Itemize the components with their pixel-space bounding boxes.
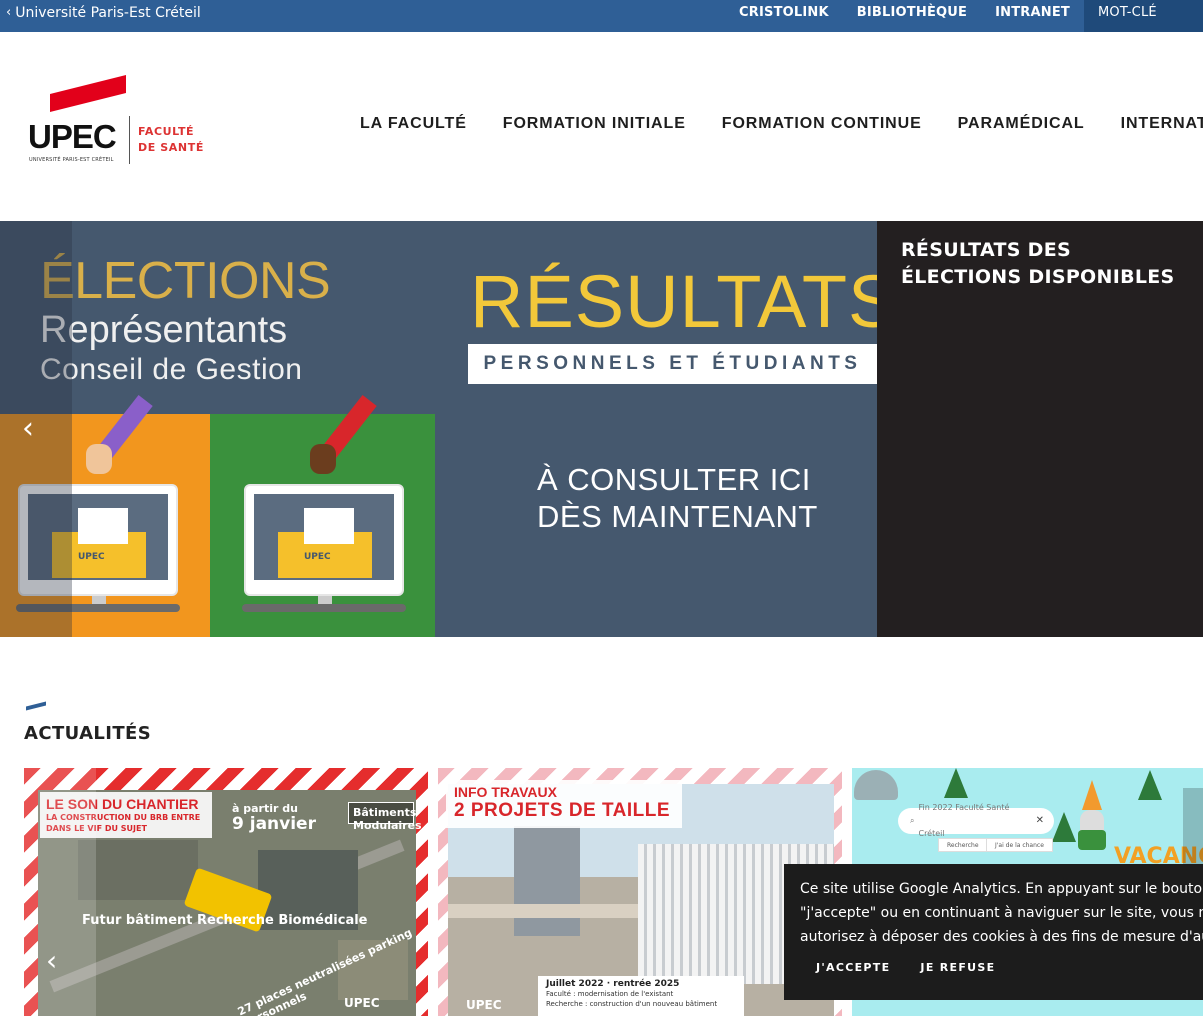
top-link-cristolink[interactable]: CRISTOLINK (725, 0, 843, 26)
card-upec-logo: UPEC (466, 998, 502, 1012)
voter-hand (86, 444, 112, 474)
card-search-box: ⌕ Fin 2022 Faculté Santé Créteil ✕ (898, 803, 1054, 838)
cookie-accept-button[interactable]: J'ACCEPTE (816, 961, 890, 974)
voter-hand (310, 444, 336, 474)
news-next-zone[interactable] (1183, 788, 1203, 868)
nav-item-la-faculte[interactable]: LA FACULTÉ (360, 115, 467, 133)
cookie-refuse-button[interactable]: JE REFUSE (920, 961, 995, 974)
nav-item-internat[interactable]: INTERNAT (1121, 115, 1203, 133)
top-link-intranet[interactable]: INTRANET (981, 0, 1084, 26)
slide-elections-title: ÉLECTIONS (40, 252, 331, 310)
news-card-chantier[interactable]: LE SON DU CHANTIER LA CONSTRUCTION DU BR… (24, 768, 428, 1016)
tree-icon (944, 768, 968, 798)
keyword-search-button[interactable]: MOT-CLÉ (1084, 0, 1203, 32)
voting-screen: UPEC (244, 484, 404, 596)
cookie-message: Ce site utilise Google Analytics. En app… (800, 881, 1203, 945)
hero-slider: ÉLECTIONS Représentants Conseil de Gesti… (0, 221, 1203, 637)
ballot-panel-green: UPEC (210, 394, 435, 637)
top-bar: ‹ Université Paris-Est Créteil CRISTOLIN… (0, 0, 1203, 32)
slide-resultats-title: RÉSULTATS (470, 260, 899, 343)
back-link-label: Université Paris-Est Créteil (15, 5, 201, 21)
hero-caption-title[interactable]: RÉSULTATS DES ÉLECTIONS DISPONIBLES (901, 237, 1191, 291)
logo-faculty: FACULTÉ DE SANTÉ (138, 125, 204, 154)
site-logo[interactable]: UPEC UNIVERSITÉ PARIS-EST CRÉTEIL FACULT… (28, 75, 208, 168)
nav-item-paramedical[interactable]: PARAMÉDICAL (958, 115, 1085, 133)
news-accent-dash (26, 701, 46, 711)
logo-university-name: UNIVERSITÉ PARIS-EST CRÉTEIL (29, 157, 114, 163)
slider-prev-zone[interactable] (0, 221, 72, 637)
logo-divider (129, 116, 130, 164)
slide-representants: Représentants (40, 309, 288, 351)
search-icon: ⌕ (910, 816, 915, 825)
news-prev-arrow-icon[interactable]: ‹ (46, 944, 57, 977)
slide-consult-text: À CONSULTER ICI DÈS MAINTENANT (537, 462, 818, 534)
close-icon: ✕ (1035, 815, 1044, 826)
hero-caption-panel[interactable]: RÉSULTATS DES ÉLECTIONS DISPONIBLES (877, 221, 1203, 637)
chevron-left-icon: ‹ (6, 5, 12, 20)
cookie-actions: J'ACCEPTE JE REFUSE (816, 961, 995, 974)
cookie-banner: Ce site utilise Google Analytics. En app… (784, 864, 1203, 1000)
ballot-paper (78, 508, 128, 544)
nav-item-formation-continue[interactable]: FORMATION CONTINUE (722, 115, 922, 133)
ballot-paper (304, 508, 354, 544)
news-section-title: ACTUALITÉS (24, 723, 152, 744)
slide-personnels-band: PERSONNELS ET ÉTUDIANTS (468, 344, 877, 384)
tree-icon (1138, 770, 1162, 800)
news-prev-zone[interactable] (24, 768, 96, 1016)
helmet-icon (854, 770, 898, 800)
slider-prev-arrow-icon[interactable]: ‹ (22, 411, 34, 446)
nav-item-formation-initiale[interactable]: FORMATION INITIALE (503, 115, 686, 133)
main-navigation: LA FACULTÉ FORMATION INITIALE FORMATION … (360, 115, 1203, 133)
logo-upec: UPEC (28, 118, 117, 155)
top-link-bibliotheque[interactable]: BIBLIOTHÈQUE (843, 0, 981, 26)
news-card-label: INFO TRAVAUX 2 PROJETS DE TAILLE (446, 780, 682, 828)
logo-red-slash (50, 75, 126, 112)
back-to-university-link[interactable]: ‹ Université Paris-Est Créteil (6, 0, 201, 26)
slide-conseil: Conseil de Gestion (40, 353, 303, 386)
card-upec-logo: UPEC (344, 996, 380, 1010)
gnome-icon (1070, 780, 1114, 850)
top-links: CRISTOLINK BIBLIOTHÈQUE INTRANET MOT-CLÉ (725, 0, 1203, 32)
news-card-footer: Juillet 2022 · rentrée 2025 Faculté : mo… (538, 976, 744, 1016)
news-card-travaux[interactable]: INFO TRAVAUX 2 PROJETS DE TAILLE Juillet… (438, 768, 842, 1016)
